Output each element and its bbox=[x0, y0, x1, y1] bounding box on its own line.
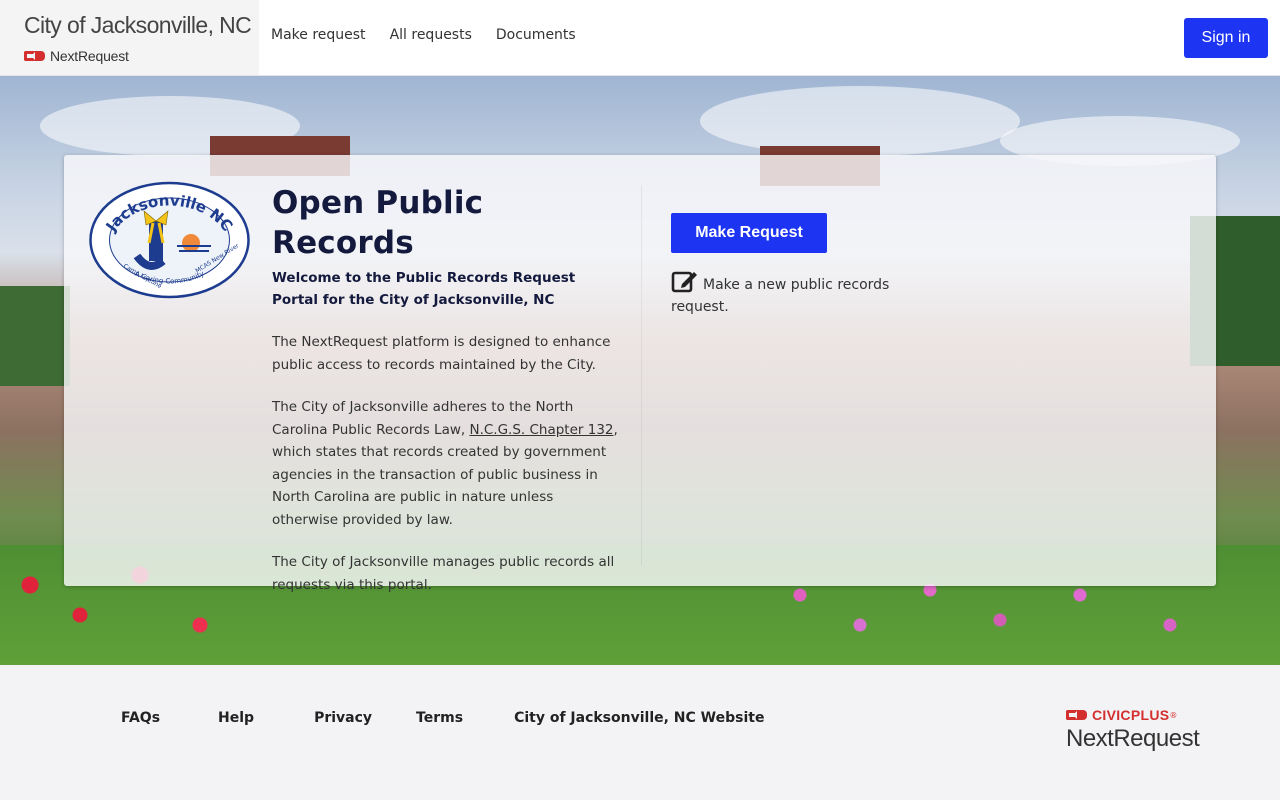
nav-all-requests[interactable]: All requests bbox=[390, 27, 472, 43]
nextrequest-brand: NextRequest bbox=[24, 48, 259, 64]
civicplus-wordmark: CIVICPLUS ® bbox=[1066, 707, 1199, 723]
intro-card: Jacksonville NC A Caring Community Camp … bbox=[64, 155, 1216, 593]
city-seal-logo: Jacksonville NC A Caring Community Camp … bbox=[89, 181, 250, 299]
tree-shape bbox=[0, 286, 70, 386]
footer-help-link[interactable]: Help bbox=[218, 710, 254, 726]
civicplus-logo-icon bbox=[24, 51, 45, 61]
footer: FAQs Help Privacy Terms City of Jacksonv… bbox=[0, 665, 1280, 800]
nav-make-request[interactable]: Make request bbox=[271, 27, 366, 43]
nav-documents[interactable]: Documents bbox=[496, 27, 576, 43]
make-request-description: Make a new public records request. bbox=[671, 269, 911, 318]
ncgs-chapter-link[interactable]: N.C.G.S. Chapter 132 bbox=[469, 422, 613, 438]
footer-faqs-link[interactable]: FAQs bbox=[121, 710, 160, 726]
city-title[interactable]: City of Jacksonville, NC bbox=[24, 10, 259, 40]
sign-in-button[interactable]: Sign in bbox=[1184, 18, 1268, 58]
footer-privacy-link[interactable]: Privacy bbox=[314, 710, 372, 726]
nextrequest-wordmark: NextRequest bbox=[1066, 725, 1200, 752]
make-request-button[interactable]: Make Request bbox=[671, 213, 827, 253]
footer-city-website-link[interactable]: City of Jacksonville, NC Website bbox=[514, 710, 764, 726]
edit-icon bbox=[671, 271, 697, 293]
intro-text-column: Open Public Records Welcome to the Publi… bbox=[272, 183, 622, 596]
page-title: Open Public Records bbox=[272, 185, 484, 261]
footer-terms-link[interactable]: Terms bbox=[416, 710, 463, 726]
civicplus-nextrequest-logo[interactable]: CIVICPLUS ® NextRequest bbox=[1066, 707, 1200, 753]
welcome-text: Welcome to the Public Records Request Po… bbox=[272, 270, 576, 308]
footer-links: FAQs Help Privacy Terms City of Jacksonv… bbox=[121, 710, 764, 726]
brand-product-name: NextRequest bbox=[50, 48, 129, 64]
top-header: City of Jacksonville, NC NextRequest Mak… bbox=[0, 0, 1280, 76]
hero-banner: Jacksonville NC A Caring Community Camp … bbox=[0, 76, 1280, 665]
civicplus-logo-icon bbox=[1066, 710, 1087, 720]
column-divider bbox=[641, 185, 642, 565]
action-column: Make Request Make a new public records r… bbox=[671, 213, 911, 318]
brand-block[interactable]: City of Jacksonville, NC NextRequest bbox=[0, 0, 259, 75]
intro-paragraph-1: The NextRequest platform is designed to … bbox=[272, 334, 611, 373]
intro-paragraph-3: The City of Jacksonville manages public … bbox=[272, 554, 615, 593]
make-request-desc-text: Make a new public records request. bbox=[671, 277, 890, 315]
trademark-mark: ® bbox=[1169, 710, 1178, 720]
main-nav: Make request All requests Documents bbox=[259, 0, 600, 70]
civicplus-text: CIVICPLUS bbox=[1092, 707, 1170, 723]
intro-paragraph-2: The City of Jacksonville adheres to the … bbox=[272, 396, 622, 531]
